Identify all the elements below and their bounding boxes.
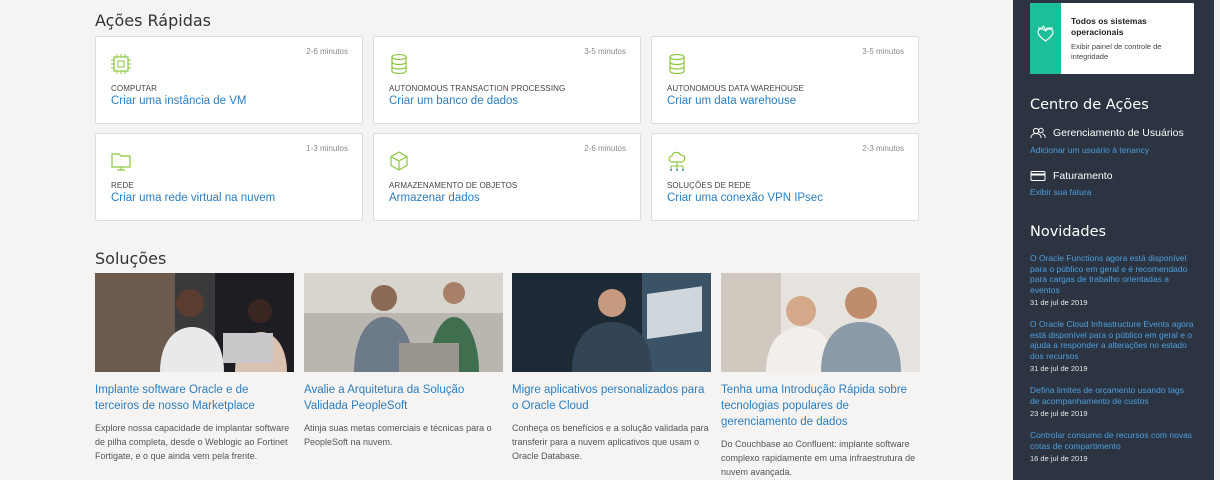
- billing-item[interactable]: Faturamento: [1030, 170, 1113, 182]
- news-item[interactable]: O Oracle Cloud Infrastructure Events ago…: [1030, 319, 1195, 373]
- solution-title[interactable]: Implante software Oracle e de terceiros …: [95, 382, 294, 414]
- card-category: ARMAZENAMENTO DE OBJETOS: [389, 181, 518, 190]
- card-link[interactable]: Armazenar dados: [389, 192, 480, 204]
- news-link[interactable]: O Oracle Functions agora está disponível…: [1030, 253, 1195, 295]
- user-management-item[interactable]: Gerenciamento de Usuários: [1030, 127, 1184, 139]
- credit-card-icon: [1030, 171, 1046, 182]
- time-estimate: 2-6 minutos: [306, 47, 348, 56]
- card-category: REDE: [111, 181, 134, 190]
- solution-image[interactable]: [512, 273, 711, 372]
- card-category: SOLUÇÕES DE REDE: [667, 181, 751, 190]
- time-estimate: 2-3 minutos: [862, 144, 904, 153]
- status-link[interactable]: Exibir painel de controle de integridade: [1071, 42, 1191, 62]
- news-item[interactable]: O Oracle Functions agora está disponível…: [1030, 253, 1195, 307]
- solution-desc: Conheça os benefícios e a solução valida…: [512, 423, 709, 461]
- card-category: AUTONOMOUS DATA WAREHOUSE: [667, 84, 804, 93]
- chip-icon: [111, 54, 131, 74]
- card-link[interactable]: Criar uma instância de VM: [111, 95, 247, 107]
- solution-image[interactable]: [304, 273, 503, 372]
- quick-action-create-vm[interactable]: 2-6 minutos COMPUTAR Criar uma instância…: [95, 36, 363, 124]
- card-category: COMPUTAR: [111, 84, 157, 93]
- status-stripe: [1030, 3, 1061, 74]
- card-link[interactable]: Criar uma conexão VPN IPsec: [667, 192, 823, 204]
- solution-card-migrate[interactable]: Migre aplicativos personalizados para o …: [512, 273, 711, 463]
- solution-desc: Explore nossa capacidade de implantar so…: [95, 423, 290, 461]
- news-date: 23 de jul de 2019: [1030, 409, 1088, 418]
- main-content: Ações Rápidas 2-6 minutos COMPUTAR Criar…: [0, 0, 1013, 480]
- quick-action-create-vpn[interactable]: 2-3 minutos SOLUÇÕES DE REDE Criar uma c…: [651, 133, 919, 221]
- view-invoice-link[interactable]: Exibir sua fatura: [1030, 187, 1091, 197]
- news-link[interactable]: Defina limites de orçamento usando tags …: [1030, 385, 1195, 406]
- time-estimate: 1-3 minutos: [306, 144, 348, 153]
- news-date: 31 de jul de 2019: [1030, 298, 1088, 307]
- solutions-title: Soluções: [95, 249, 167, 268]
- quick-actions-title: Ações Rápidas: [95, 11, 211, 30]
- cloud-network-icon: [668, 151, 686, 171]
- quick-action-create-database[interactable]: 3-5 minutos AUTONOMOUS TRANSACTION PROCE…: [373, 36, 641, 124]
- quick-action-create-data-warehouse[interactable]: 3-5 minutos AUTONOMOUS DATA WAREHOUSE Cr…: [651, 36, 919, 124]
- solution-card-peoplesoft[interactable]: Avalie a Arquitetura da Solução Validada…: [304, 273, 503, 449]
- sidebar: Todos os sistemas operacionais Exibir pa…: [1013, 0, 1220, 480]
- network-folder-icon: [111, 153, 131, 171]
- card-category: AUTONOMOUS TRANSACTION PROCESSING: [389, 84, 566, 93]
- solution-image[interactable]: [721, 273, 920, 372]
- solution-title[interactable]: Avalie a Arquitetura da Solução Validada…: [304, 382, 503, 414]
- solution-image[interactable]: [95, 273, 294, 372]
- card-link[interactable]: Criar um banco de dados: [389, 95, 518, 107]
- time-estimate: 3-5 minutos: [862, 47, 904, 56]
- news-title: Novidades: [1030, 224, 1107, 240]
- quick-action-create-vcn[interactable]: 1-3 minutos REDE Criar uma rede virtual …: [95, 133, 363, 221]
- card-link[interactable]: Criar um data warehouse: [667, 95, 796, 107]
- time-estimate: 3-5 minutos: [584, 47, 626, 56]
- user-management-label: Gerenciamento de Usuários: [1053, 127, 1184, 139]
- card-link[interactable]: Criar uma rede virtual na nuvem: [111, 192, 275, 204]
- users-icon: [1030, 128, 1046, 139]
- billing-label: Faturamento: [1053, 170, 1113, 182]
- solution-desc: Atinja suas metas comerciais e técnicas …: [304, 423, 492, 447]
- database-icon: [669, 53, 685, 75]
- cube-icon: [390, 151, 408, 171]
- news-item[interactable]: Controlar consumo de recursos com novas …: [1030, 430, 1195, 463]
- news-item[interactable]: Defina limites de orçamento usando tags …: [1030, 385, 1195, 418]
- status-title: Todos os sistemas operacionais: [1071, 16, 1147, 37]
- heart-pulse-icon: [1037, 25, 1054, 42]
- quick-action-store-data[interactable]: 2-6 minutos ARMAZENAMENTO DE OBJETOS Arm…: [373, 133, 641, 221]
- time-estimate: 2-6 minutos: [584, 144, 626, 153]
- system-status-card[interactable]: Todos os sistemas operacionais Exibir pa…: [1030, 3, 1194, 74]
- action-center-title: Centro de Ações: [1030, 97, 1149, 113]
- solution-desc: Do Couchbase ao Confluent: implante soft…: [721, 439, 916, 477]
- solution-title[interactable]: Tenha uma Introdução Rápida sobre tecnol…: [721, 382, 920, 430]
- news-link[interactable]: Controlar consumo de recursos com novas …: [1030, 430, 1195, 451]
- scrollbar[interactable]: [1214, 0, 1220, 480]
- add-user-link[interactable]: Adicionar um usuário à tenancy: [1030, 145, 1149, 155]
- database-icon: [391, 53, 407, 75]
- news-date: 31 de jul de 2019: [1030, 364, 1088, 373]
- solution-card-marketplace[interactable]: Implante software Oracle e de terceiros …: [95, 273, 294, 463]
- news-date: 16 de jul de 2019: [1030, 454, 1088, 463]
- solution-title[interactable]: Migre aplicativos personalizados para o …: [512, 382, 711, 414]
- news-link[interactable]: O Oracle Cloud Infrastructure Events ago…: [1030, 319, 1195, 361]
- solution-card-data-management[interactable]: Tenha uma Introdução Rápida sobre tecnol…: [721, 273, 920, 479]
